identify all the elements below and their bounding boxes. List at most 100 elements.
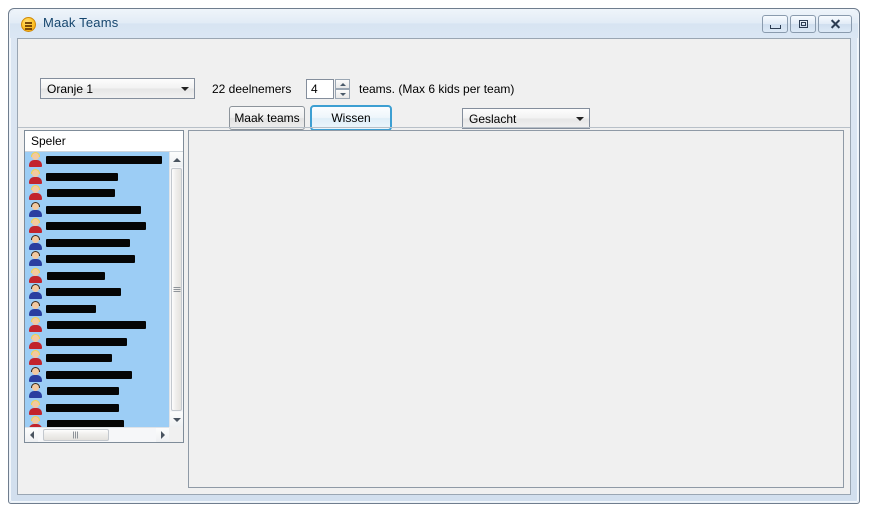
redaction-bar (47, 420, 124, 427)
female-player-icon (29, 333, 42, 349)
list-item-label (46, 218, 169, 235)
chevron-down-icon (180, 86, 189, 91)
list-item[interactable] (25, 234, 169, 251)
team-select-value: Oranje 1 (47, 82, 94, 96)
list-item[interactable] (25, 383, 169, 400)
male-player-icon (29, 251, 42, 267)
redaction-bar (47, 271, 105, 280)
scroll-thumb-grip-icon (173, 286, 180, 293)
horizontal-scroll-thumb[interactable] (43, 429, 109, 441)
list-item[interactable] (25, 218, 169, 235)
list-item-label (46, 185, 169, 202)
list-item-label (46, 268, 169, 285)
team-select[interactable]: Oranje 1 (40, 78, 195, 99)
male-player-icon (29, 300, 42, 316)
scroll-up-button[interactable] (170, 152, 183, 167)
teams-suffix-label: teams. (Max 6 kids per team) (359, 82, 515, 96)
listbox-horizontal-scrollbar[interactable] (25, 427, 169, 442)
female-player-icon (29, 350, 42, 366)
redaction-bar (46, 205, 141, 214)
list-item[interactable] (25, 185, 169, 202)
list-item-label (46, 350, 169, 367)
redaction-bar (46, 370, 132, 379)
female-player-icon (29, 399, 42, 415)
player-listbox[interactable]: Speler (24, 130, 184, 443)
list-item[interactable] (25, 399, 169, 416)
app-icon (21, 17, 36, 32)
teams-count-stepper[interactable]: 4 (306, 79, 350, 99)
female-player-icon (29, 152, 42, 168)
minimize-icon (769, 24, 781, 29)
list-item-label (46, 202, 169, 219)
scroll-right-button[interactable] (156, 428, 169, 442)
list-item[interactable] (25, 284, 169, 301)
redaction-bar (47, 189, 115, 197)
maximize-button[interactable] (790, 15, 816, 33)
chevron-down-icon (173, 417, 181, 422)
chevron-right-icon (160, 431, 165, 439)
scrollbar-corner (169, 427, 183, 442)
list-item[interactable] (25, 317, 169, 334)
female-player-icon (29, 168, 42, 184)
female-player-icon (29, 218, 42, 234)
list-item-label (46, 383, 169, 400)
male-player-icon (29, 284, 42, 300)
participants-label: 22 deelnemers (212, 82, 292, 96)
chevron-up-icon (339, 82, 346, 86)
gender-select[interactable]: Geslacht (462, 108, 590, 129)
list-item-label (46, 367, 169, 384)
list-item[interactable] (25, 333, 169, 350)
redaction-bar (46, 238, 130, 247)
list-item-label (46, 416, 169, 427)
list-item[interactable] (25, 201, 169, 219)
list-item[interactable] (25, 366, 169, 384)
male-player-icon (29, 201, 42, 217)
redaction-bar (46, 354, 112, 362)
vertical-scroll-thumb[interactable] (171, 168, 182, 411)
male-player-icon (29, 366, 42, 382)
list-item-label (46, 284, 169, 301)
redaction-bar (46, 304, 96, 313)
chevron-left-icon (29, 431, 34, 439)
redaction-bar (47, 387, 119, 395)
list-item[interactable] (25, 350, 169, 367)
scroll-down-button[interactable] (170, 412, 183, 427)
listbox-column-header[interactable]: Speler (25, 131, 183, 152)
close-button[interactable] (818, 15, 852, 33)
male-player-icon (29, 234, 42, 250)
male-player-icon (29, 383, 42, 399)
teams-count-input[interactable]: 4 (306, 79, 334, 99)
list-item[interactable] (25, 416, 169, 427)
female-player-icon (29, 416, 42, 427)
list-item[interactable] (25, 152, 169, 169)
redaction-bar (46, 222, 146, 230)
list-item-label (46, 251, 169, 268)
application-window: Maak Teams Oranje 1 22 deelnemers 4 team… (8, 8, 860, 504)
chevron-down-icon (339, 92, 346, 96)
chevron-down-icon (575, 116, 584, 121)
stepper-up-button[interactable] (335, 79, 350, 89)
minimize-button[interactable] (762, 15, 788, 33)
listbox-vertical-scrollbar[interactable] (169, 152, 183, 427)
redaction-bar (47, 321, 146, 329)
teams-result-panel (188, 130, 844, 488)
list-item[interactable] (25, 267, 169, 285)
redaction-bar (46, 156, 162, 164)
player-list-body[interactable] (25, 152, 169, 427)
window-title: Maak Teams (43, 15, 119, 30)
redaction-bar (46, 403, 119, 412)
scroll-left-button[interactable] (25, 428, 38, 442)
title-bar[interactable]: Maak Teams (10, 10, 858, 38)
client-area: Oranje 1 22 deelnemers 4 teams. (Max 6 k… (17, 38, 851, 495)
list-item[interactable] (25, 300, 169, 317)
list-item-label (46, 169, 169, 186)
list-item[interactable] (25, 168, 169, 186)
gender-select-arrow[interactable] (571, 110, 588, 127)
scroll-thumb-grip-icon (73, 431, 79, 439)
list-item[interactable] (25, 251, 169, 268)
list-item-label (46, 152, 169, 169)
chevron-up-icon (173, 157, 181, 162)
stepper-down-button[interactable] (335, 89, 350, 99)
redaction-bar (46, 288, 121, 296)
team-select-arrow[interactable] (176, 80, 193, 97)
